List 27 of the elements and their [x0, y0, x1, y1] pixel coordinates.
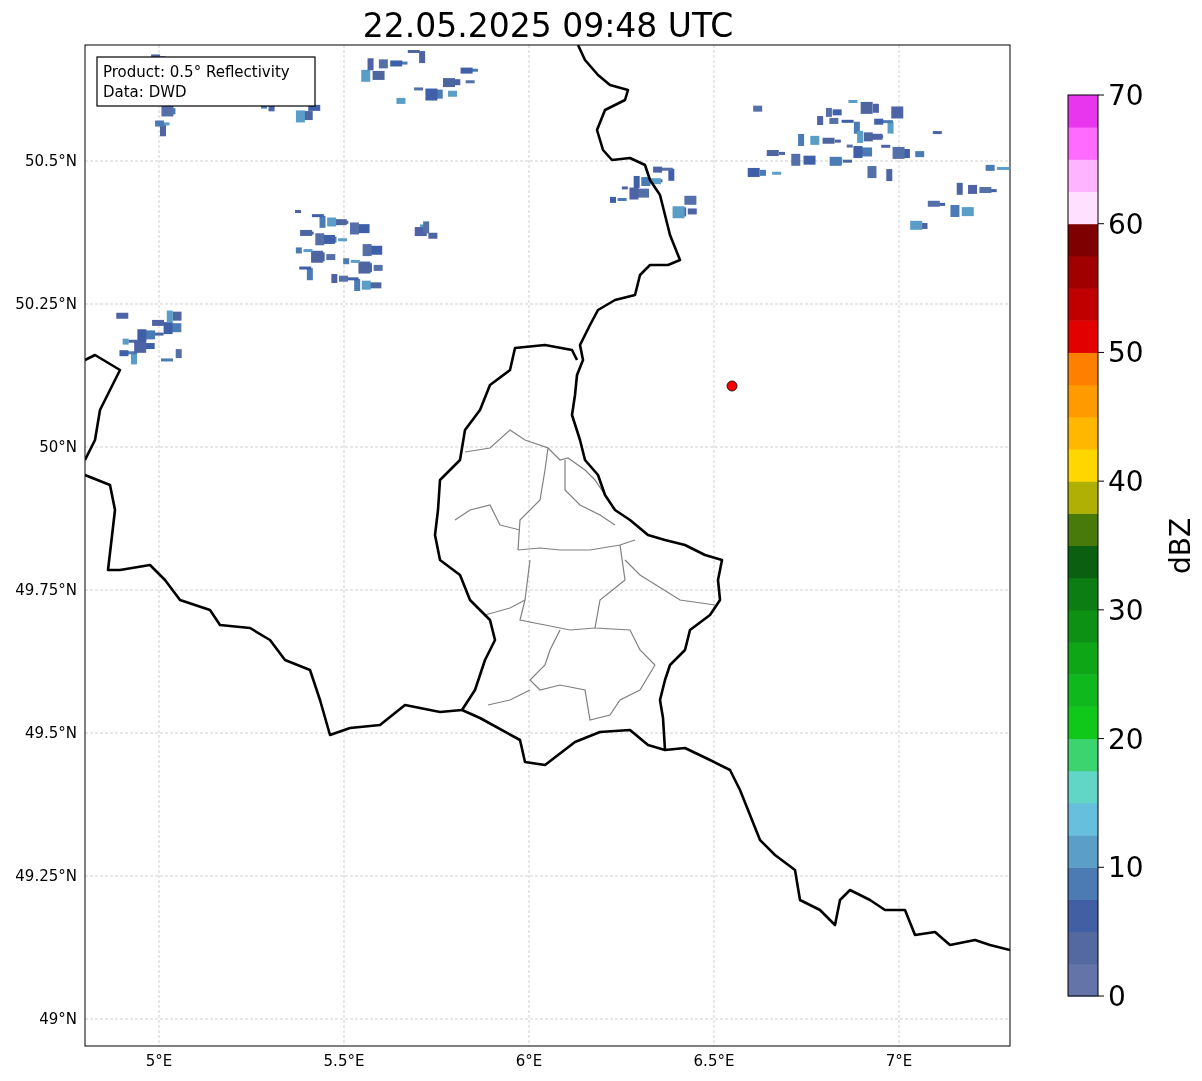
latitude-label: 49.5°N — [24, 724, 77, 742]
colorbar-tick-label: 50 — [1108, 336, 1144, 370]
latitude-label: 49.75°N — [15, 581, 77, 599]
colorbar-tick-label: 30 — [1108, 593, 1144, 627]
longitude-label: 6.5°E — [693, 1052, 735, 1070]
latitude-label: 50.25°N — [15, 295, 77, 313]
colorbar-tick-label: 70 — [1108, 79, 1144, 112]
latitude-label: 49°N — [39, 1010, 77, 1028]
longitude-label: 5°E — [145, 1052, 173, 1070]
info-text: Product: 0.5° Reflectivity — [103, 63, 290, 81]
latitude-label: 49.25°N — [15, 867, 77, 885]
info-text: Data: DWD — [103, 83, 187, 101]
radar-echo — [414, 221, 438, 239]
colorbar-label: dBZ — [1164, 517, 1197, 575]
longitude-label: 6°E — [515, 1052, 543, 1070]
latitude-label: 50.5°N — [24, 152, 77, 170]
radar-echo — [116, 310, 182, 365]
colorbar-tick-label: 20 — [1108, 722, 1144, 756]
latitude-label: 50°N — [39, 438, 77, 456]
longitude-label: 7°E — [885, 1052, 913, 1070]
colorbar-tick-label: 10 — [1108, 851, 1144, 885]
chart-title: 22.05.2025 09:48 UTC — [362, 6, 734, 45]
station-marker — [726, 380, 738, 392]
colorbar-tick-label: 40 — [1108, 465, 1144, 499]
longitude-label: 5.5°E — [323, 1052, 365, 1070]
colorbar-tick-label: 0 — [1108, 980, 1126, 1013]
colorbar-tick-label: 60 — [1108, 207, 1144, 241]
